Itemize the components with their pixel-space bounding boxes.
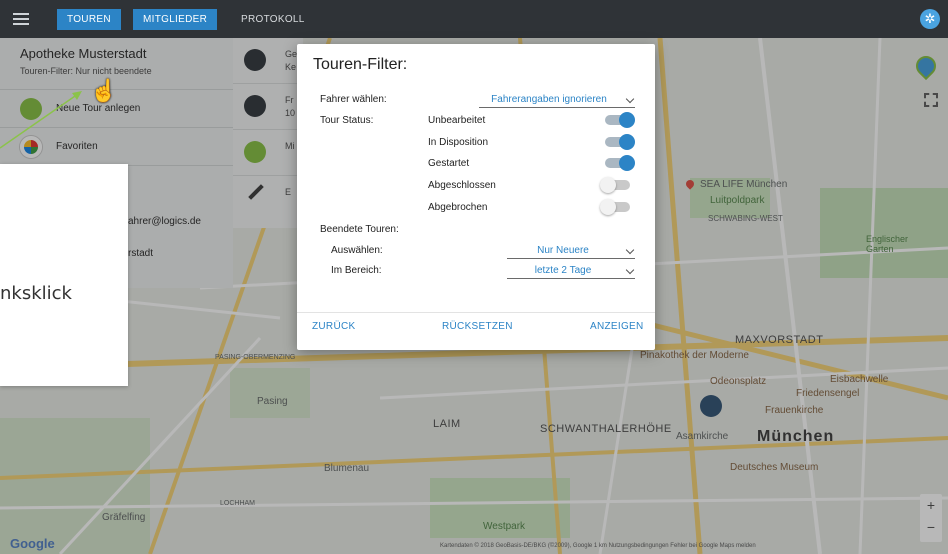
status-in-disposition-toggle[interactable]: [603, 134, 635, 150]
status-abgeschlossen-label: Abgeschlossen: [428, 180, 496, 191]
tab-touren[interactable]: TOUREN: [57, 9, 121, 30]
dialog-divider: [297, 312, 655, 313]
tab-mitglieder[interactable]: MITGLIEDER: [133, 9, 218, 30]
driver-select-value: Fahrerangaben ignorieren: [491, 94, 607, 105]
settings-icon[interactable]: ✲: [920, 9, 940, 29]
status-abgebrochen-toggle[interactable]: [600, 199, 632, 215]
status-gestartet-toggle[interactable]: [603, 155, 635, 171]
hint-text: nksklick: [0, 283, 72, 304]
chevron-down-icon: [625, 265, 635, 275]
range-select[interactable]: letzte 2 Tage: [507, 264, 635, 279]
hand-cursor-icon: ☝: [90, 78, 118, 103]
driver-label: Fahrer wählen:: [320, 94, 387, 105]
status-abgeschlossen-toggle[interactable]: [600, 177, 632, 193]
chevron-down-icon: [625, 245, 635, 255]
status-unbearbeitet-toggle[interactable]: [603, 112, 635, 128]
status-unbearbeitet-label: Unbearbeitet: [428, 115, 486, 126]
show-button[interactable]: ANZEIGEN: [590, 321, 644, 332]
finished-select-value: Nur Neuere: [537, 245, 589, 256]
dialog-title: Touren-Filter:: [313, 56, 408, 73]
select-label: Auswählen:: [331, 245, 383, 256]
status-abgebrochen-label: Abgebrochen: [428, 202, 488, 213]
reset-button[interactable]: RÜCKSETZEN: [442, 321, 513, 332]
back-button[interactable]: ZURÜCK: [312, 321, 355, 332]
finished-tours-label: Beendete Touren:: [320, 224, 399, 235]
tour-filter-dialog: Touren-Filter: Fahrer wählen: Fahreranga…: [297, 44, 655, 350]
menu-icon[interactable]: [13, 13, 29, 25]
range-label: Im Bereich:: [331, 265, 382, 276]
driver-select[interactable]: Fahrerangaben ignorieren: [479, 93, 635, 108]
tab-protokoll[interactable]: PROTOKOLL: [231, 9, 315, 30]
hint-card: nksklick: [0, 164, 128, 386]
range-select-value: letzte 2 Tage: [534, 265, 592, 276]
status-in-disposition-label: In Disposition: [428, 137, 489, 148]
finished-select[interactable]: Nur Neuere: [507, 244, 635, 259]
status-gestartet-label: Gestartet: [428, 158, 470, 169]
top-bar: TOUREN MITGLIEDER PROTOKOLL ✲: [0, 0, 948, 38]
chevron-down-icon: [625, 94, 635, 104]
tour-status-label: Tour Status:: [320, 115, 374, 126]
